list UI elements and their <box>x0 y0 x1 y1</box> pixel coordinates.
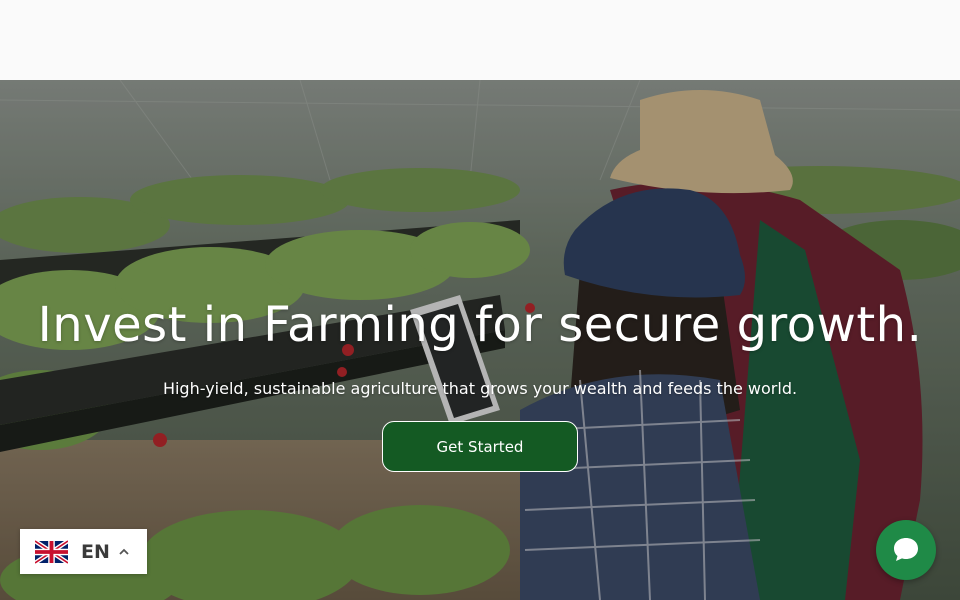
chevron-up-icon <box>119 548 129 555</box>
hero-subtitle: High-yield, sustainable agriculture that… <box>162 379 798 398</box>
uk-flag-icon <box>35 539 68 564</box>
chat-bubble-icon <box>894 538 918 561</box>
hero-section: Invest in Farming for secure growth. Hig… <box>0 80 960 600</box>
hero-title: Invest in Farming for secure growth. <box>37 297 923 353</box>
header-bar <box>0 0 960 80</box>
language-code: EN <box>81 540 110 563</box>
get-started-button[interactable]: Get Started <box>382 421 578 472</box>
hero-content: Invest in Farming for secure growth. Hig… <box>0 80 960 600</box>
chat-widget-button[interactable] <box>876 520 936 580</box>
language-switcher[interactable]: EN <box>20 529 147 574</box>
